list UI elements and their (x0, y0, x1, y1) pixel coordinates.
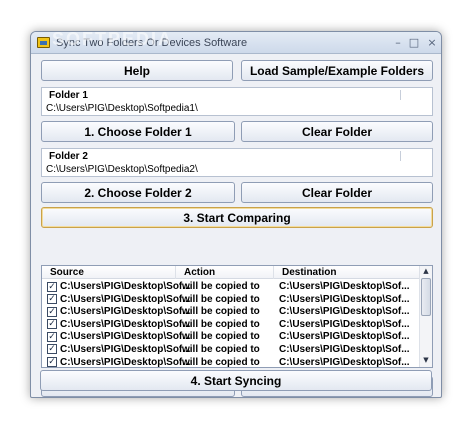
row-destination: C:\Users\PIG\Desktop\Sof... (279, 331, 410, 343)
title-bar[interactable]: Sync Two Folders Or Devices Software – □… (31, 32, 441, 54)
row-action: will be copied to (182, 318, 260, 330)
row-checkbox[interactable]: ✓ (47, 281, 57, 292)
row-action: will be copied to (182, 281, 260, 292)
row-source: C:\Users\PIG\Desktop\Sof... (60, 356, 191, 368)
folder2-group: Folder 2 C:\Users\PIG\Desktop\Softpedia2… (41, 148, 433, 177)
folder1-label: Folder 1 (49, 90, 88, 101)
load-sample-button[interactable]: Load Sample/Example Folders (241, 60, 433, 81)
row-action: will be copied to (182, 356, 260, 368)
close-button[interactable]: × (425, 36, 439, 49)
choose-folder1-button[interactable]: 1. Choose Folder 1 (41, 121, 235, 142)
scroll-thumb[interactable] (421, 278, 431, 316)
vertical-scrollbar[interactable]: ▲ ▼ (419, 266, 432, 367)
clear-folder1-button[interactable]: Clear Folder (241, 121, 433, 142)
row-source: C:\Users\PIG\Desktop\Sof... (60, 318, 191, 330)
row-action: will be copied to (182, 306, 260, 318)
clear-folder2-button[interactable]: Clear Folder (241, 182, 433, 203)
main-content: Help Load Sample/Example Folders Folder … (31, 54, 441, 397)
group-divider (400, 90, 401, 100)
row-checkbox[interactable]: ✓ (47, 294, 57, 305)
help-button[interactable]: Help (41, 60, 233, 81)
start-syncing-button[interactable]: 4. Start Syncing (40, 370, 432, 391)
comparison-table[interactable]: Source Action Destination ✓ C:\Users\PIG\… (41, 265, 433, 368)
scroll-down-arrow-icon[interactable]: ▼ (420, 355, 432, 366)
group-divider (400, 151, 401, 161)
table-row[interactable]: ✓ C:\Users\PIG\Desktop\Sof... will be copi… (42, 330, 420, 343)
row-destination: C:\Users\PIG\Desktop\Sof... (279, 306, 410, 318)
row-destination: C:\Users\PIG\Desktop\Sof... (279, 281, 410, 292)
row-action: will be copied to (182, 331, 260, 343)
table-header: Source Action Destination (42, 266, 420, 279)
folder2-label: Folder 2 (49, 151, 88, 162)
column-header-source[interactable]: Source (42, 266, 176, 279)
table-row[interactable]: ✓ C:\Users\PIG\Desktop\Sof... will be copi… (42, 356, 420, 369)
row-action: will be copied to (182, 293, 260, 305)
app-window: Sync Two Folders Or Devices Software – □… (30, 31, 442, 398)
row-destination: C:\Users\PIG\Desktop\Sof... (279, 356, 410, 368)
row-action: will be copied to (182, 343, 260, 355)
row-checkbox[interactable]: ✓ (47, 331, 57, 342)
row-destination: C:\Users\PIG\Desktop\Sof... (279, 293, 410, 305)
table-row[interactable]: ✓ C:\Users\PIG\Desktop\Sof... will be copi… (42, 293, 420, 306)
scroll-up-arrow-icon[interactable]: ▲ (420, 266, 432, 277)
row-source: C:\Users\PIG\Desktop\Sof... (60, 293, 191, 305)
row-destination: C:\Users\PIG\Desktop\Sof... (279, 318, 410, 330)
table-row[interactable]: ✓ C:\Users\PIG\Desktop\Sof... will be copi… (42, 343, 420, 356)
row-destination: C:\Users\PIG\Desktop\Sof... (279, 343, 410, 355)
row-source: C:\Users\PIG\Desktop\Sof... (60, 331, 191, 343)
table-row[interactable]: ✓ C:\Users\PIG\Desktop\Sof... will be copi… (42, 318, 420, 331)
row-checkbox[interactable]: ✓ (47, 344, 57, 355)
start-comparing-button[interactable]: 3. Start Comparing (41, 207, 433, 228)
table-row[interactable]: ✓ C:\Users\PIG\Desktop\Sof... will be copi… (42, 280, 420, 293)
minimize-button[interactable]: – (391, 36, 405, 49)
row-checkbox[interactable]: ✓ (47, 357, 57, 368)
window-title: Sync Two Folders Or Devices Software (56, 37, 248, 49)
table-row[interactable]: ✓ C:\Users\PIG\Desktop\Sof... will be copi… (42, 305, 420, 318)
row-source: C:\Users\PIG\Desktop\Sof... (60, 281, 191, 292)
table-body: ✓ C:\Users\PIG\Desktop\Sof... will be copi… (42, 280, 420, 368)
folder2-path: C:\Users\PIG\Desktop\Softpedia2\ (46, 164, 198, 175)
folder1-path: C:\Users\PIG\Desktop\Softpedia1\ (46, 103, 198, 114)
choose-folder2-button[interactable]: 2. Choose Folder 2 (41, 182, 235, 203)
app-icon (37, 37, 50, 48)
row-source: C:\Users\PIG\Desktop\Sof... (60, 306, 191, 318)
row-checkbox[interactable]: ✓ (47, 306, 57, 317)
maximize-button[interactable]: □ (407, 36, 421, 49)
row-checkbox[interactable]: ✓ (47, 319, 57, 330)
column-header-action[interactable]: Action (176, 266, 274, 279)
row-source: C:\Users\PIG\Desktop\Sof... (60, 343, 191, 355)
column-header-destination[interactable]: Destination (274, 266, 420, 279)
folder1-group: Folder 1 C:\Users\PIG\Desktop\Softpedia1… (41, 87, 433, 116)
